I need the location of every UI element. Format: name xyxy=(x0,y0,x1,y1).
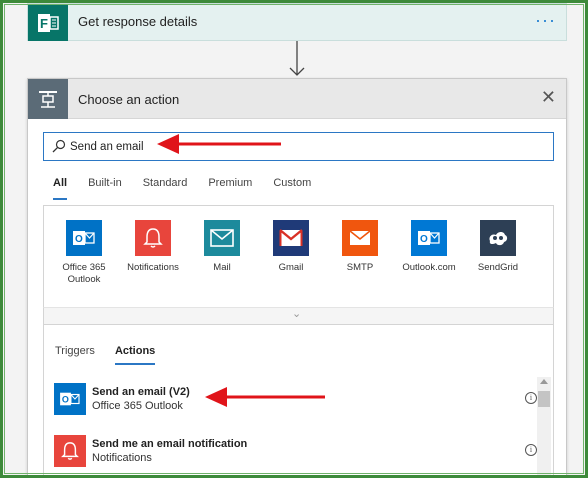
search-input[interactable] xyxy=(70,138,530,156)
connector-label: Gmail xyxy=(278,262,304,273)
connector-label: Notifications xyxy=(127,262,179,273)
connector-label: SMTP xyxy=(346,262,374,273)
connector-mail[interactable]: Mail xyxy=(192,220,252,274)
connector-gmail[interactable]: Gmail xyxy=(261,220,321,274)
action-connector: Office 365 Outlook xyxy=(92,400,183,412)
outlook-icon: O xyxy=(54,383,86,415)
svg-text:F: F xyxy=(40,16,48,31)
connector-smtp[interactable]: SMTP xyxy=(330,220,390,274)
connector-office-365-outlook[interactable]: O Office 365 Outlook xyxy=(54,220,114,286)
outlook-icon: O xyxy=(411,220,447,256)
trigger-card-get-response-details[interactable]: F Get response details ··· xyxy=(27,3,567,41)
scroll-thumb[interactable] xyxy=(538,391,550,407)
action-connector: Notifications xyxy=(92,452,152,464)
trigger-card-title: Get response details xyxy=(78,14,198,29)
tab-standard[interactable]: Standard xyxy=(143,177,188,195)
action-name: Send an email (V2) xyxy=(92,386,190,398)
result-tabs: Triggers Actions xyxy=(55,345,175,365)
tab-triggers[interactable]: Triggers xyxy=(55,345,95,357)
connector-outlook-com[interactable]: O Outlook.com xyxy=(399,220,459,274)
close-icon[interactable]: ✕ xyxy=(541,87,556,108)
chevron-down-icon: ⌄ xyxy=(292,308,302,320)
annotation-arrow-search xyxy=(157,134,281,154)
tab-actions[interactable]: Actions xyxy=(114,345,156,365)
choose-action-header: Choose an action ✕ xyxy=(28,79,566,119)
connector-sendgrid[interactable]: SendGrid xyxy=(468,220,528,274)
screenshot-frame: F Get response details ··· Choose an act… xyxy=(0,0,588,478)
tab-premium[interactable]: Premium xyxy=(208,177,252,195)
outlook-icon: O xyxy=(66,220,102,256)
connector-label: Outlook.com xyxy=(402,262,456,273)
connector-label: Mail xyxy=(213,262,231,273)
bell-icon xyxy=(54,435,86,467)
scroll-up-icon[interactable] xyxy=(540,379,548,384)
tab-custom[interactable]: Custom xyxy=(273,177,311,195)
bell-icon xyxy=(135,220,171,256)
forms-icon: F xyxy=(28,4,68,41)
choose-action-card: Choose an action ✕ All Built-in Standard… xyxy=(27,78,567,475)
tab-built-in[interactable]: Built-in xyxy=(88,177,122,195)
gmail-icon xyxy=(273,220,309,256)
list-item-send-me-an-email-notification[interactable]: Send me an email notification Notificati… xyxy=(54,435,537,471)
svg-text:O: O xyxy=(62,395,69,405)
action-icon xyxy=(28,79,68,119)
action-name: Send me an email notification xyxy=(92,438,248,450)
annotation-arrow-result xyxy=(205,387,325,407)
mail-icon xyxy=(204,220,240,256)
connector-label: SendGrid xyxy=(477,262,519,273)
svg-text:O: O xyxy=(75,234,83,245)
search-field[interactable] xyxy=(43,132,554,161)
choose-action-title: Choose an action xyxy=(78,92,180,107)
expand-connectors-bar[interactable]: ⌄ xyxy=(43,307,554,325)
info-icon[interactable]: i xyxy=(525,444,537,456)
svg-text:O: O xyxy=(420,234,428,245)
results-scrollbar[interactable] xyxy=(537,377,551,475)
tab-all[interactable]: All xyxy=(53,177,68,200)
more-options-icon[interactable]: ··· xyxy=(535,10,556,31)
connector-notifications[interactable]: Notifications xyxy=(123,220,183,274)
sendgrid-icon xyxy=(480,220,516,256)
smtp-icon xyxy=(342,220,378,256)
search-icon xyxy=(52,139,66,153)
filter-tabs: All Built-in Standard Premium Custom xyxy=(53,177,332,200)
info-icon[interactable]: i xyxy=(525,392,537,404)
connector-label: Office 365 Outlook xyxy=(62,262,106,285)
flow-arrow-icon xyxy=(289,41,305,76)
